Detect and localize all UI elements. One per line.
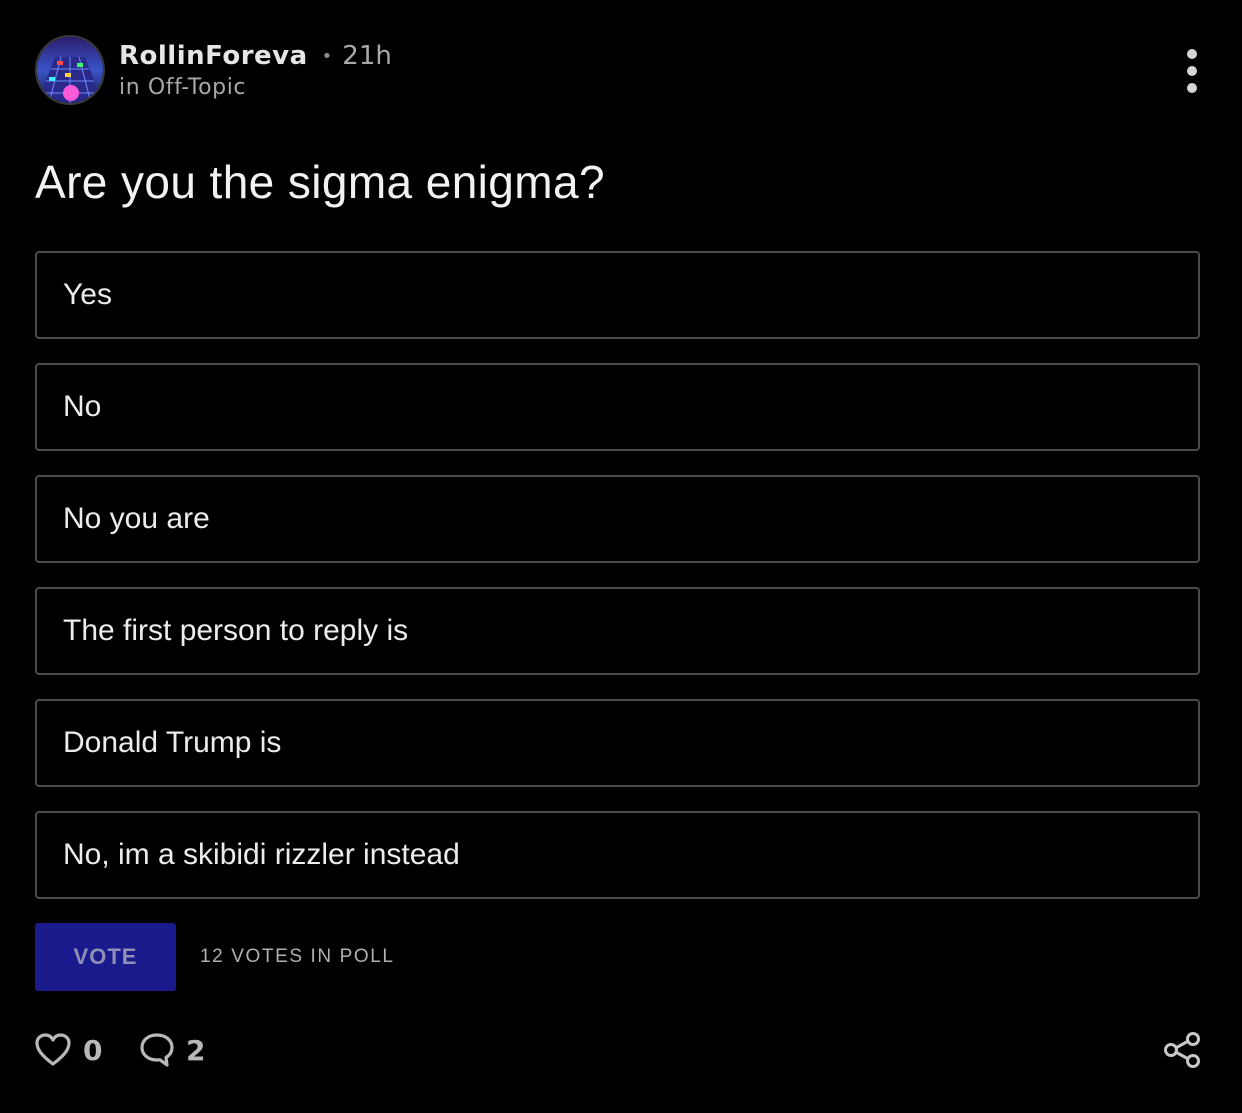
author-line: RollinForeva • 21h (119, 39, 392, 73)
comment-bubble-icon (140, 1033, 174, 1067)
poll-option[interactable]: No (35, 363, 1200, 451)
vote-row: VOTE 12 VOTES IN POLL (35, 923, 395, 991)
like-button[interactable]: 0 (35, 1030, 102, 1070)
avatar[interactable] (35, 35, 105, 105)
heart-icon (35, 1033, 71, 1066)
post-actions: 0 2 (35, 1030, 1201, 1070)
poll-option[interactable]: Yes (35, 251, 1200, 339)
more-vertical-icon (1187, 49, 1197, 59)
poll-option[interactable]: The first person to reply is (35, 587, 1200, 675)
post-meta: RollinForeva • 21h in Off-Topic (119, 39, 392, 100)
post-time: 21h (342, 41, 392, 71)
poll-option[interactable]: No, im a skibidi rizzler instead (35, 811, 1200, 899)
share-icon (1164, 1032, 1200, 1068)
comment-count: 2 (186, 1033, 206, 1067)
poll-option[interactable]: No you are (35, 475, 1200, 563)
vote-button[interactable]: VOTE (35, 923, 176, 991)
author-name[interactable]: RollinForeva (119, 41, 308, 71)
comment-button[interactable]: 2 (140, 1030, 205, 1070)
meta-separator: • (321, 45, 333, 67)
more-options-button[interactable] (1177, 49, 1207, 93)
poll-option[interactable]: Donald Trump is (35, 699, 1200, 787)
share-button[interactable] (1163, 1032, 1201, 1072)
post-header: RollinForeva • 21h in Off-Topic (35, 35, 1207, 107)
poll-vote-count: 12 VOTES IN POLL (200, 946, 395, 967)
post-title: Are you the sigma enigma? (35, 156, 605, 208)
avatar-image (37, 37, 103, 103)
poll-options: Yes No No you are The first person to re… (35, 251, 1200, 923)
community-label[interactable]: in Off-Topic (119, 75, 392, 100)
like-count: 0 (83, 1033, 103, 1067)
